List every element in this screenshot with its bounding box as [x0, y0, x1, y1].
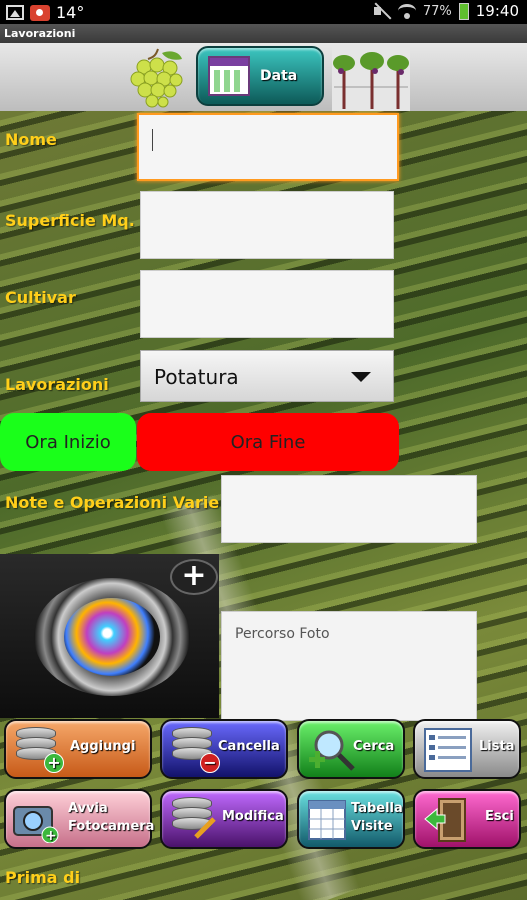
avvia-line2: Fotocamera: [68, 819, 155, 834]
aggiungi-label: Aggiungi: [70, 739, 136, 754]
lavorazioni-select[interactable]: Potatura: [140, 350, 394, 402]
app-title: Lavorazioni: [0, 24, 527, 43]
cultivar-input[interactable]: [140, 270, 394, 338]
avvia-fotocamera-button[interactable]: + Avvia Fotocamera: [4, 789, 154, 849]
cerca-button[interactable]: Cerca: [297, 719, 405, 779]
note-input[interactable]: [221, 475, 477, 543]
lavorazioni-selected: Potatura: [154, 365, 239, 389]
tabella-line1: Tabella: [351, 801, 403, 816]
ora-inizio-button[interactable]: Ora Inizio: [0, 413, 136, 471]
superficie-label: Superficie Mq.: [5, 211, 135, 230]
table-icon: [308, 800, 346, 840]
status-bar: 14° 77% 19:40: [0, 0, 527, 24]
svg-text:+: +: [45, 828, 57, 843]
esci-button[interactable]: Esci: [413, 789, 521, 849]
esci-label: Esci: [485, 809, 514, 824]
data-button[interactable]: Data: [196, 46, 324, 106]
image-notification-icon: [6, 5, 24, 20]
modifica-label: Modifica: [222, 809, 284, 824]
grapes-icon: [130, 48, 183, 108]
clock: 19:40: [475, 2, 519, 20]
database-edit-icon: [172, 797, 216, 841]
text-cursor: [152, 129, 153, 151]
prima-di-label: Prima di: [5, 868, 81, 887]
percorso-foto-field[interactable]: Percorso Foto: [221, 611, 477, 721]
camera-add-icon: +: [13, 806, 59, 843]
note-label: Note e Operazioni Varie: [5, 493, 220, 512]
temperature-text: 14°: [56, 3, 85, 22]
ora-fine-button[interactable]: Ora Fine: [137, 413, 399, 471]
ora-fine-label: Ora Fine: [230, 431, 306, 453]
modifica-button[interactable]: Modifica: [160, 789, 288, 849]
cancella-label: Cancella: [218, 739, 280, 754]
avvia-fotocamera-label: Avvia Fotocamera: [68, 800, 154, 836]
cultivar-label: Cultivar: [5, 288, 76, 307]
camera-lens-glass: [64, 598, 160, 676]
cerca-label: Cerca: [353, 739, 395, 754]
lavorazioni-label: Lavorazioni: [5, 375, 109, 394]
lista-label: Lista: [479, 739, 515, 754]
ora-inizio-label: Ora Inizio: [25, 431, 111, 453]
tabella-visite-label: Tabella Visite: [351, 800, 403, 836]
lista-button[interactable]: Lista: [413, 719, 521, 779]
list-icon: [424, 728, 472, 772]
aggiungi-button[interactable]: + Aggiungi: [4, 719, 152, 779]
search-icon: [309, 730, 355, 771]
percorso-foto-placeholder: Percorso Foto: [235, 626, 330, 642]
battery-percent: 77%: [422, 3, 452, 19]
tabella-line2: Visite: [351, 819, 393, 834]
form-area: Nome Superficie Mq. Cultivar Lavorazioni…: [0, 111, 527, 900]
calendar-icon: [208, 56, 250, 96]
avvia-line1: Avvia: [68, 801, 108, 816]
wifi-icon: [397, 4, 416, 19]
mute-icon: [373, 3, 391, 19]
data-button-label: Data: [260, 68, 298, 84]
nome-input[interactable]: [137, 113, 399, 181]
camera-button[interactable]: +: [0, 554, 219, 718]
add-photo-icon: +: [170, 559, 218, 595]
exit-door-icon: [424, 798, 466, 842]
database-remove-icon: −: [172, 727, 220, 773]
camera-notification-icon: [30, 4, 50, 21]
database-add-icon: +: [16, 727, 64, 773]
battery-icon: [458, 2, 469, 20]
superficie-input[interactable]: [140, 191, 394, 259]
cancella-button[interactable]: − Cancella: [160, 719, 288, 779]
tabella-visite-button[interactable]: Tabella Visite: [297, 789, 405, 849]
vineyard-icon: [332, 47, 410, 111]
nome-label: Nome: [5, 130, 57, 149]
dropdown-arrow-icon: [351, 372, 371, 382]
header-strip: Data: [0, 43, 527, 111]
